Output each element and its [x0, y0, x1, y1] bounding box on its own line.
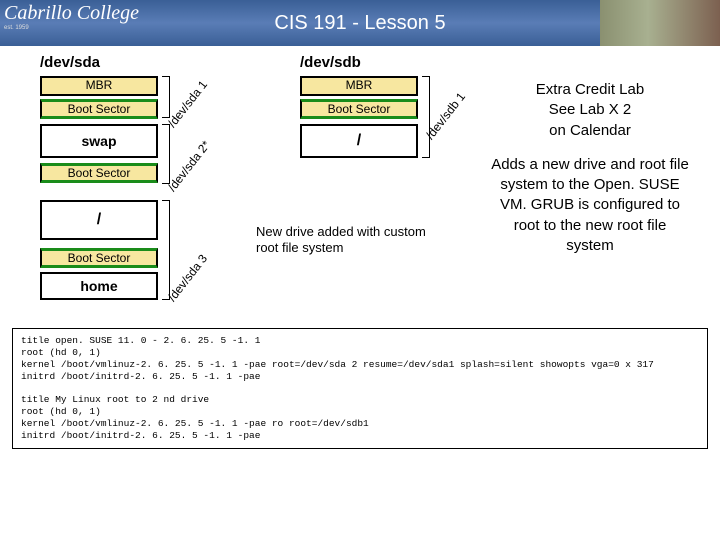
grub-config-code: title open. SUSE 11. 0 - 2. 6. 25. 5 -1.…	[12, 328, 708, 449]
logo-text: Cabrillo College	[4, 2, 164, 25]
sda-boot-sector-3: Boot Sector	[40, 248, 158, 268]
logo-subtext: est. 1959	[4, 25, 164, 31]
sda-boot-sector-2: Boot Sector	[40, 163, 158, 183]
sda-swap: swap	[40, 124, 158, 158]
description-text: Adds a new drive and root file system to…	[490, 155, 690, 256]
dev-sdb-label: /dev/sdb	[300, 54, 361, 71]
sda-root: /	[40, 200, 158, 240]
dev-sda-label: /dev/sda	[40, 54, 100, 71]
sdb-root: /	[300, 124, 418, 158]
devpath-sda2: /dev/sda 2*	[165, 138, 213, 194]
side-text: Extra Credit Lab See Lab X 2 on Calendar…	[490, 80, 690, 256]
devpath-sda1: /dev/sda 1	[165, 78, 210, 130]
extra-credit-text: Extra Credit Lab See Lab X 2 on Calendar	[490, 80, 690, 141]
brace-sdb1	[422, 76, 430, 158]
slide-header: Cabrillo College est. 1959 CIS 191 - Les…	[0, 0, 720, 46]
sda-home: home	[40, 272, 158, 300]
brace-sda1	[162, 76, 170, 118]
brace-sda2	[162, 124, 170, 184]
sda-mbr: MBR	[40, 76, 158, 96]
sda-boot-sector-1: Boot Sector	[40, 99, 158, 119]
sdb-mbr: MBR	[300, 76, 418, 96]
college-logo: Cabrillo College est. 1959	[4, 2, 164, 42]
devpath-sda3: /dev/sda 3	[165, 252, 210, 304]
new-drive-note: New drive added with custom root file sy…	[256, 224, 426, 257]
sdb-boot-sector: Boot Sector	[300, 99, 418, 119]
header-photo-strip	[600, 0, 720, 46]
brace-sda3	[162, 200, 170, 300]
